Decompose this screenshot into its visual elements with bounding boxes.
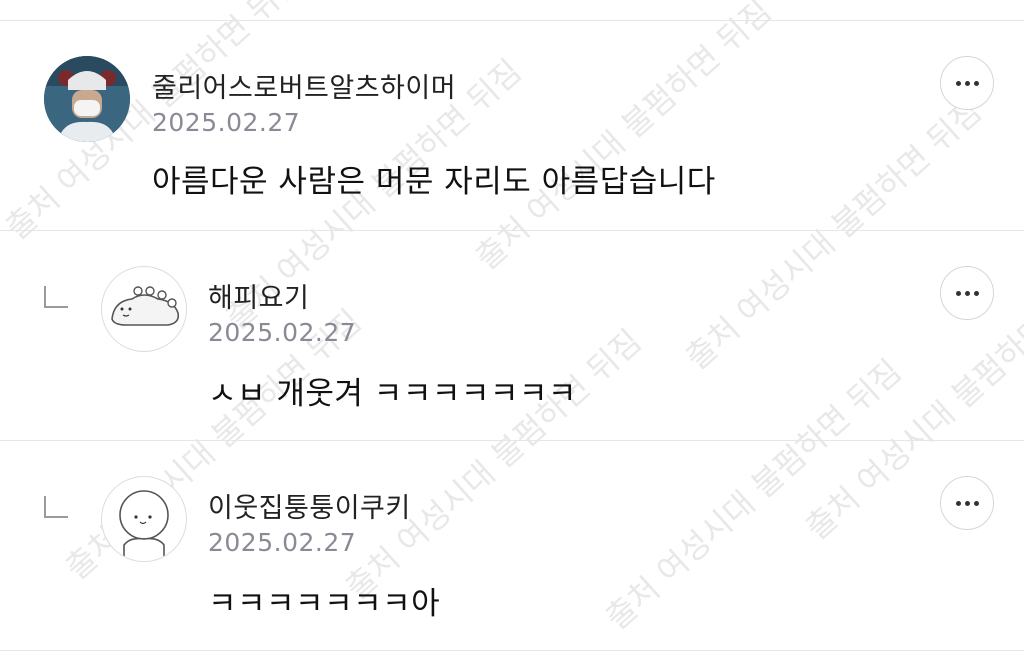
- avatar[interactable]: [101, 266, 187, 352]
- more-options-button[interactable]: [940, 266, 994, 320]
- ellipsis-icon: [973, 500, 979, 506]
- more-options-button[interactable]: [940, 56, 994, 110]
- avatar[interactable]: [44, 56, 130, 142]
- reply-arrow-icon: [44, 496, 68, 518]
- ellipsis-icon: [964, 290, 970, 296]
- comment-item: 줄리어스로버트알츠하이머 2025.02.27 아름다운 사람은 머문 자리도 …: [0, 0, 1024, 230]
- comment-date: 2025.02.27: [208, 528, 357, 557]
- comment-date: 2025.02.27: [208, 318, 357, 347]
- dinosaur-doodle-avatar: [111, 286, 180, 326]
- comment-date: 2025.02.27: [152, 108, 301, 137]
- masked-person-avatar: [44, 56, 130, 142]
- round-face-doodle-avatar: [119, 490, 169, 561]
- avatar[interactable]: [101, 476, 187, 562]
- comment-text: ㅅㅂ 개웃겨 ㅋㅋㅋㅋㅋㅋㅋ: [208, 376, 577, 412]
- ellipsis-icon: [964, 500, 970, 506]
- reply-arrow-icon: [44, 286, 68, 308]
- comment-author[interactable]: 이웃집퉁퉁이쿠키: [208, 486, 411, 525]
- reply-item: 해피요기 2025.02.27 ㅅㅂ 개웃겨 ㅋㅋㅋㅋㅋㅋㅋ: [0, 230, 1024, 440]
- comment-text: 아름다운 사람은 머문 자리도 아름답습니다: [152, 164, 716, 200]
- divider: [0, 650, 1024, 651]
- comment-author[interactable]: 줄리어스로버트알츠하이머: [152, 66, 456, 105]
- ellipsis-icon: [955, 500, 961, 506]
- ellipsis-icon: [955, 80, 961, 86]
- ellipsis-icon: [973, 290, 979, 296]
- ellipsis-icon: [973, 80, 979, 86]
- comment-text: ㅋㅋㅋㅋㅋㅋㅋ아: [208, 586, 441, 622]
- more-options-button[interactable]: [940, 476, 994, 530]
- reply-item: 이웃집퉁퉁이쿠키 2025.02.27 ㅋㅋㅋㅋㅋㅋㅋ아: [0, 440, 1024, 650]
- ellipsis-icon: [964, 80, 970, 86]
- ellipsis-icon: [955, 290, 961, 296]
- comment-author[interactable]: 해피요기: [208, 276, 309, 315]
